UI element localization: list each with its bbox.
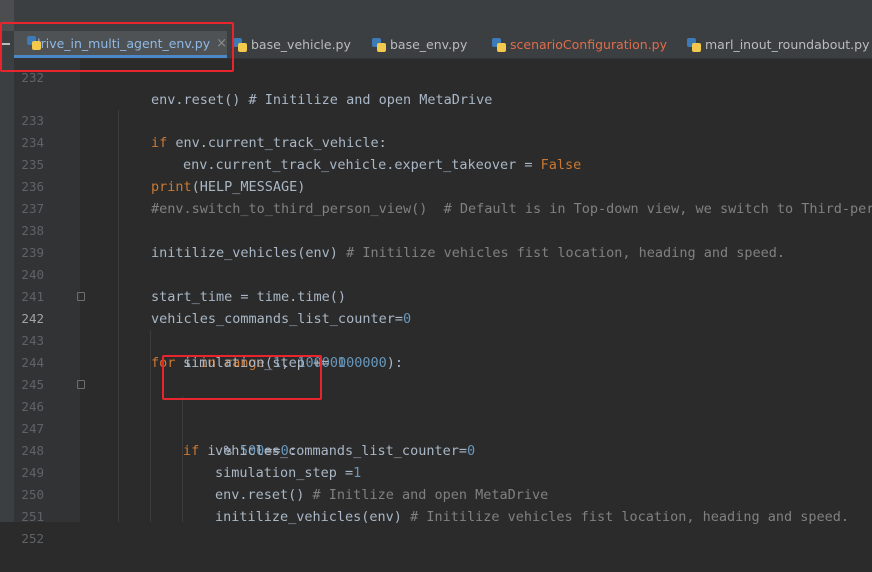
code-line: 243 simulation_step += 1: [0, 308, 872, 371]
line-number: 252: [21, 531, 44, 546]
code-line: 239: [0, 220, 872, 260]
code-line: 248 simulation_step =1: [0, 418, 872, 481]
fold-icon[interactable]: [77, 380, 85, 389]
highlight-box-if-statement: [162, 355, 322, 400]
code-line: 236 #env.switch_to_third_person_view() #…: [0, 154, 872, 217]
code-line: 241 vehicles_commands_list_counter=0: [0, 264, 872, 327]
code-line: 252: [0, 506, 872, 546]
code-line: 250 initilize_vehicles(env) # Initilize …: [0, 462, 872, 525]
fold-icon[interactable]: [77, 292, 85, 301]
code-line: 237: [0, 176, 872, 216]
code-line: 246 if i % 500==0:: [0, 374, 872, 459]
code-line-current: 242 for i in range(1, 10000000000):: [0, 286, 872, 371]
code-line: 244: [0, 330, 872, 370]
code-line: 251: [0, 484, 872, 524]
code-line: 238 initilize_vehicles(env) # Initilize …: [0, 198, 872, 261]
highlight-box-active-tab: [0, 22, 234, 72]
code-line: 247 vehicles_commands_list_counter=0: [0, 396, 872, 459]
code-line: 234 env.current_track_vehicle.expert_tak…: [0, 110, 872, 173]
code-line: 245: [0, 352, 872, 392]
code-line: 235 print(HELP_MESSAGE): [0, 132, 872, 195]
code-line: 233 if env.current_track_vehicle:: [0, 88, 872, 151]
code-line: 240 start_time = time.time(): [0, 242, 872, 305]
code-line: 249 env.reset() # Initlize and open Meta…: [0, 440, 872, 503]
